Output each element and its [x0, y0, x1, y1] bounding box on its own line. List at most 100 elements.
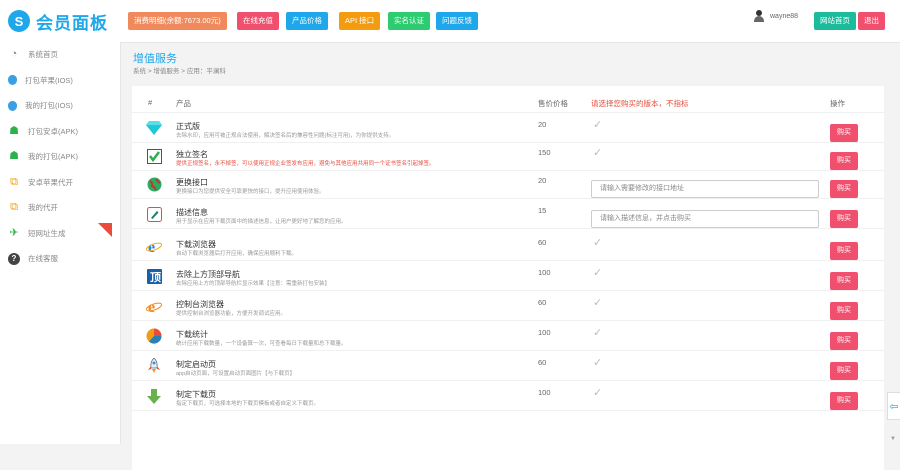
sidebar-item[interactable]: 打包苹果(IOS) — [0, 68, 120, 94]
buy-button[interactable]: 购买 — [830, 332, 858, 350]
logout-button[interactable]: 退出 — [858, 12, 885, 30]
logo-icon: S — [8, 10, 30, 32]
topbar: 消费明细(余额:7673.00元) 在线充值 产品价格 API 接口 实名认证 问题反馈 … — [120, 0, 900, 43]
buy-button[interactable]: 购买 — [830, 242, 858, 260]
download-icon — [146, 388, 162, 404]
header-action: 操作 — [830, 99, 845, 108]
check-icon: ✓ — [593, 267, 603, 279]
product-desc: 自动下载浏览器后打开应用，确保应用顺利下载。 — [176, 251, 298, 257]
product-price: 15 — [538, 206, 547, 215]
edit-icon — [146, 206, 162, 222]
scroll-down-icon[interactable]: ▼ — [890, 436, 896, 442]
buy-button[interactable]: 购买 — [830, 362, 858, 380]
product-desc: 更换接口为您提供安全可靠更快的接口，提升应用使用体验。 — [176, 189, 325, 195]
table-row: 制定下载页 指定下载页，可选择本地的下载页模板或者自定义下载页。 100 ✓ 购买 — [132, 380, 884, 411]
header-select: 请选择您购买的版本，不指标 — [591, 99, 689, 108]
sidebar-item[interactable]: ◔ 系统首页 — [0, 42, 120, 68]
sidebar-item-label: 系统首页 — [28, 50, 58, 60]
breadcrumb: 系统 > 增值服务 > 应用：平澜科 — [133, 65, 226, 75]
copy-icon: ⧉ — [10, 175, 18, 188]
product-price: 20 — [538, 120, 547, 129]
option-input[interactable]: 请输入需要修改的接口地址 — [591, 180, 819, 198]
diamond-icon — [146, 120, 162, 136]
check-icon: ✓ — [593, 147, 603, 159]
sidebar-item[interactable]: ⧉ 我的代开 — [0, 195, 120, 221]
topbar-button[interactable]: 产品价格 — [286, 12, 328, 30]
product-price: 150 — [538, 148, 551, 157]
check-icon: ✓ — [593, 119, 603, 131]
check-icon: ✓ — [593, 237, 603, 249]
copy-icon: ⧉ — [10, 201, 18, 214]
sidebar-item[interactable]: ☗ 我的打包(APK) — [0, 144, 120, 170]
globe-icon — [146, 176, 162, 192]
breadcrumb-item[interactable]: 系统 — [133, 68, 146, 75]
check-icon: ✓ — [593, 327, 603, 339]
main-content: 增值服务 系统 > 增值服务 > 应用：平澜科 # 产品 售价价格 请选择您购买… — [120, 42, 900, 470]
page-title: 增值服务 — [133, 53, 177, 65]
buy-button[interactable]: 购买 — [830, 210, 858, 228]
home-button[interactable]: 网站首页 — [814, 12, 856, 30]
question-icon: ? — [8, 252, 20, 265]
services-table: # 产品 售价价格 请选择您购买的版本，不指标 操作 正式版 去除水印，应用可被正… — [132, 86, 884, 470]
android-icon: ☗ — [9, 124, 19, 137]
topbar-button[interactable]: API 接口 — [339, 12, 381, 30]
product-price: 60 — [538, 298, 547, 307]
sidebar: S 会员面板 ◔ 系统首页打包苹果(IOS) 我的打包(IOS) ☗ 打包安卓(APK)… — [0, 0, 121, 444]
hot-badge — [98, 222, 112, 237]
topbar-button[interactable]: 问题反馈 — [436, 12, 478, 30]
sidebar-item[interactable]: ✈ 短网址生成 — [0, 221, 120, 247]
check-icon: ✓ — [593, 387, 603, 399]
table-row: 独立签名 提供正规签名，永不掉签，可以使用正规企业签发布应用，避免与其他应用共用同… — [132, 140, 884, 171]
table-header: # 产品 售价价格 请选择您购买的版本，不指标 操作 — [132, 86, 884, 113]
table-row: 更换接口 更换接口为您提供安全可靠更快的接口，提升应用使用体验。 20 请输入需要修改… — [132, 168, 884, 199]
browser-icon: e — [146, 298, 162, 314]
breadcrumb-item[interactable]: 增值服务 — [153, 68, 179, 75]
product-desc: 提供控制台浏览器功能，方便开发调试应用。 — [176, 311, 287, 317]
table-row: 正式版 去除水印，应用可被正规合法使用，解决签名后的兼容性问题(标注可用)，为你提… — [132, 112, 884, 143]
sidebar-item-label: 打包苹果(IOS) — [25, 75, 73, 85]
sidebar-item[interactable]: 我的打包(IOS) — [0, 93, 120, 119]
sidebar-item-label: 在线客服 — [28, 254, 58, 264]
check-icon: ✓ — [593, 357, 603, 369]
logo[interactable]: S 会员面板 — [0, 0, 120, 42]
apple-icon — [8, 100, 17, 111]
apple-icon — [8, 75, 17, 86]
product-price: 60 — [538, 238, 547, 247]
product-desc: 统计应用下载数量，一个设备算一次，可查看每日下载量和总下载量。 — [176, 341, 347, 347]
sidebar-item-label: 我的打包(IOS) — [25, 101, 73, 111]
sidebar-item-label: 我的代开 — [28, 203, 58, 213]
buy-button[interactable]: 购买 — [830, 392, 858, 410]
option-input[interactable]: 请输入描述信息，并点击购买 — [591, 210, 819, 228]
table-row: 下载统计 统计应用下载数量，一个设备算一次，可查看每日下载量和总下载量。 100 ✓ 购… — [132, 320, 884, 351]
product-desc: app启动页面，可设置启动页面图片【与下载页】 — [176, 371, 296, 377]
side-float-icon[interactable]: ⇦ — [887, 392, 900, 420]
sidebar-item[interactable]: ⧉ 安卓苹果代开 — [0, 170, 120, 196]
top-icon: 顶 — [146, 268, 162, 284]
topbar-button[interactable]: 消费明细(余额:7673.00元) — [128, 12, 227, 30]
rocket-icon — [146, 358, 162, 374]
username: wayne88 — [770, 12, 799, 20]
buy-button[interactable]: 购买 — [830, 272, 858, 290]
checkbox-icon — [146, 148, 162, 164]
buy-button[interactable]: 购买 — [830, 180, 858, 198]
topbar-button[interactable]: 实名认证 — [388, 12, 430, 30]
product-price: 20 — [538, 176, 547, 185]
user-area[interactable]: wayne88 — [754, 10, 798, 22]
product-desc: 提供正规签名，永不掉签，可以使用正规企业签发布应用，避免与其他应用共用同一个证书… — [176, 161, 435, 167]
product-price: 60 — [538, 358, 547, 367]
android-icon: ☗ — [9, 150, 19, 163]
table-row: e 控制台浏览器 提供控制台浏览器功能，方便开发调试应用。 60 ✓ 购买 — [132, 290, 884, 321]
product-desc: 去除应用上方的顶部导航栏显示效果【注意：需重新打包安装】 — [176, 281, 331, 287]
table-row: 制定启动页 app启动页面，可设置启动页面图片【与下载页】 60 ✓ 购买 — [132, 350, 884, 381]
product-desc: 去除水印，应用可被正规合法使用，解决签名后的兼容性问题(标注可用)，为你提供支持… — [176, 133, 395, 139]
svg-text:顶: 顶 — [150, 271, 161, 284]
logo-text: 会员面板 — [36, 13, 108, 33]
buy-button[interactable]: 购买 — [830, 302, 858, 320]
product-price: 100 — [538, 388, 551, 397]
product-price: 100 — [538, 268, 551, 277]
product-desc: 用于显示在应用下载页面中的描述信息，让用户更好地了解您的应用。 — [176, 219, 347, 225]
sidebar-item[interactable]: ☗ 打包安卓(APK) — [0, 119, 120, 145]
topbar-button[interactable]: 在线充值 — [237, 12, 279, 30]
sidebar-item[interactable]: ? 在线客服 — [0, 246, 120, 272]
sidebar-item-label: 短网址生成 — [28, 228, 66, 238]
